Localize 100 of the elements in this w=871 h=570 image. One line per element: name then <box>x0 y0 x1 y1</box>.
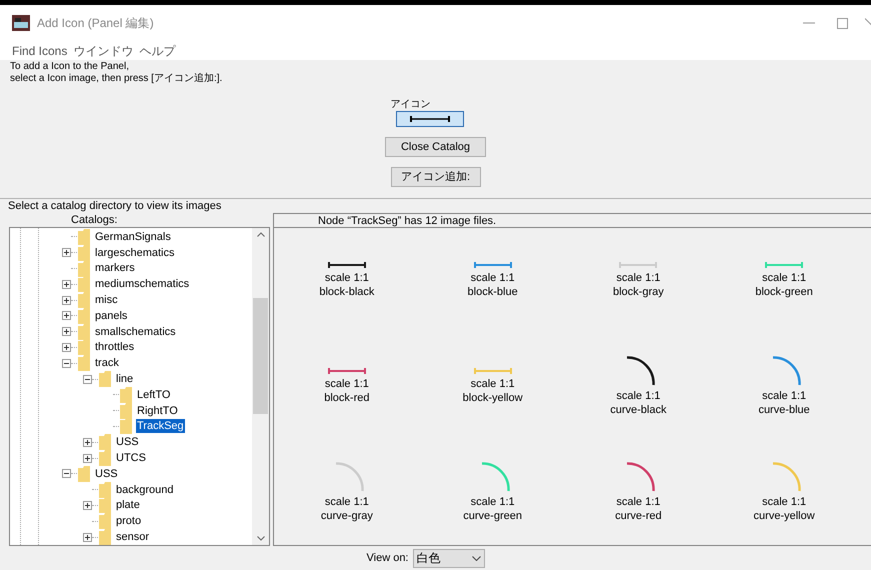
collapse-icon[interactable] <box>62 358 71 368</box>
image-name: block-yellow <box>462 390 523 405</box>
tree-item[interactable]: LeftTO <box>136 388 172 402</box>
image-name: curve-yellow <box>754 508 815 523</box>
close-catalog-button[interactable]: Close Catalog <box>385 137 486 157</box>
folder-icon <box>119 418 133 434</box>
expand-icon[interactable] <box>83 454 92 463</box>
folder-icon <box>119 402 133 419</box>
minimize-icon[interactable] <box>803 22 815 24</box>
expand-icon[interactable] <box>83 438 92 447</box>
folder-icon <box>77 324 91 340</box>
folder-icon <box>119 386 133 403</box>
tree-item[interactable]: markers <box>94 261 136 276</box>
track-segment-icon[interactable] <box>765 262 804 268</box>
expand-icon[interactable] <box>62 280 71 289</box>
tree-item[interactable]: TrackSeg <box>136 419 185 434</box>
background-dropdown[interactable]: 白色 <box>412 548 484 568</box>
tree-item[interactable]: background <box>115 482 174 497</box>
expand-icon[interactable] <box>83 532 92 542</box>
expand-icon[interactable] <box>62 342 71 352</box>
folder-icon <box>77 355 91 372</box>
tree-item[interactable]: panels <box>94 308 128 323</box>
tree-item[interactable]: USS <box>94 466 119 481</box>
folder-icon <box>77 244 91 261</box>
tree-item[interactable]: track <box>94 356 120 370</box>
scroll-up-icon[interactable] <box>256 232 264 237</box>
tree-item[interactable]: largeschematics <box>94 246 176 260</box>
expand-icon[interactable] <box>62 311 71 320</box>
expand-icon[interactable] <box>83 500 92 510</box>
folder-icon <box>77 292 91 308</box>
dropdown-caret-icon <box>472 556 480 560</box>
folder-icon <box>98 434 112 450</box>
image-name: curve-blue <box>758 402 810 417</box>
folder-icon <box>77 228 91 245</box>
image-name: block-gray <box>613 285 664 300</box>
image-scale: scale 1:1 <box>324 271 369 286</box>
folder-icon <box>98 482 112 498</box>
image-name: curve-gray <box>320 508 373 523</box>
scroll-thumb[interactable] <box>253 298 268 414</box>
tree-item[interactable]: USS <box>115 435 140 450</box>
curved-track-icon[interactable] <box>626 462 656 492</box>
image-name: curve-red <box>615 508 662 523</box>
image-scale: scale 1:1 <box>470 494 515 509</box>
image-count-header: Node “TrackSeg” has 12 image files. <box>274 214 871 228</box>
menu-item[interactable]: ウインドウ <box>73 42 134 60</box>
menu-item[interactable]: Find Icons <box>12 42 68 60</box>
image-scale: scale 1:1 <box>762 388 806 403</box>
image-name: block-blue <box>468 285 518 300</box>
tree-item[interactable]: sensor <box>115 530 150 544</box>
folder-icon <box>77 276 91 292</box>
folder-icon <box>98 529 112 545</box>
tree-item[interactable]: RightTO <box>136 404 179 418</box>
track-segment-icon <box>410 116 450 122</box>
tree-item[interactable]: proto <box>115 514 142 528</box>
expand-icon[interactable] <box>62 327 71 336</box>
maximize-icon[interactable] <box>837 18 848 28</box>
image-scale: scale 1:1 <box>616 388 660 403</box>
view-on-label: View on: <box>366 550 408 566</box>
preview-label: アイコン <box>390 99 430 111</box>
add-icon-button[interactable]: アイコン追加: <box>390 167 480 187</box>
app-icon <box>12 15 30 31</box>
folder-icon <box>77 466 91 482</box>
tree-item[interactable]: UTCS <box>115 451 147 466</box>
image-scale: scale 1:1 <box>324 376 369 391</box>
collapse-icon[interactable] <box>83 374 92 384</box>
image-name: curve-green <box>463 508 522 523</box>
image-name: block-green <box>755 285 813 300</box>
tree-item[interactable]: mediumschematics <box>94 277 190 292</box>
folder-icon <box>77 260 91 276</box>
tree-item[interactable]: line <box>115 372 134 386</box>
curved-track-icon[interactable] <box>626 356 656 386</box>
catalog-hint: Select a catalog directory to view its images <box>7 199 222 213</box>
tree-item[interactable]: throttles <box>94 340 136 354</box>
tree-item[interactable]: plate <box>115 498 141 512</box>
window-title: Add Icon (Panel 編集) <box>37 15 154 32</box>
image-name: curve-black <box>610 402 666 417</box>
track-segment-icon[interactable] <box>619 262 658 268</box>
scrollbar[interactable] <box>252 228 269 545</box>
track-segment-icon[interactable] <box>328 368 366 374</box>
expand-icon[interactable] <box>62 248 71 258</box>
image-scale: scale 1:1 <box>324 494 369 509</box>
instruction-text: select a Icon image, then press [アイコン追加:]. <box>10 73 222 85</box>
tree-item[interactable]: smallschematics <box>94 324 177 339</box>
tree-item[interactable]: misc <box>94 293 119 308</box>
collapse-icon[interactable] <box>62 469 71 478</box>
image-scale: scale 1:1 <box>616 271 660 286</box>
track-segment-icon[interactable] <box>474 368 512 374</box>
tree-item[interactable]: GermanSignals <box>94 230 172 244</box>
expand-icon[interactable] <box>62 296 71 305</box>
image-scale: scale 1:1 <box>616 494 660 509</box>
menu-item[interactable]: ヘルプ <box>139 42 176 60</box>
curved-track-icon[interactable] <box>772 356 802 386</box>
track-segment-icon[interactable] <box>474 262 512 268</box>
scroll-down-icon[interactable] <box>256 536 264 541</box>
image-scale: scale 1:1 <box>762 271 806 286</box>
folder-icon <box>77 339 91 356</box>
instruction-text: To add a Icon to the Panel, <box>10 61 129 73</box>
folder-icon <box>98 371 112 388</box>
track-segment-icon[interactable] <box>328 262 366 268</box>
image-scale: scale 1:1 <box>470 271 515 286</box>
